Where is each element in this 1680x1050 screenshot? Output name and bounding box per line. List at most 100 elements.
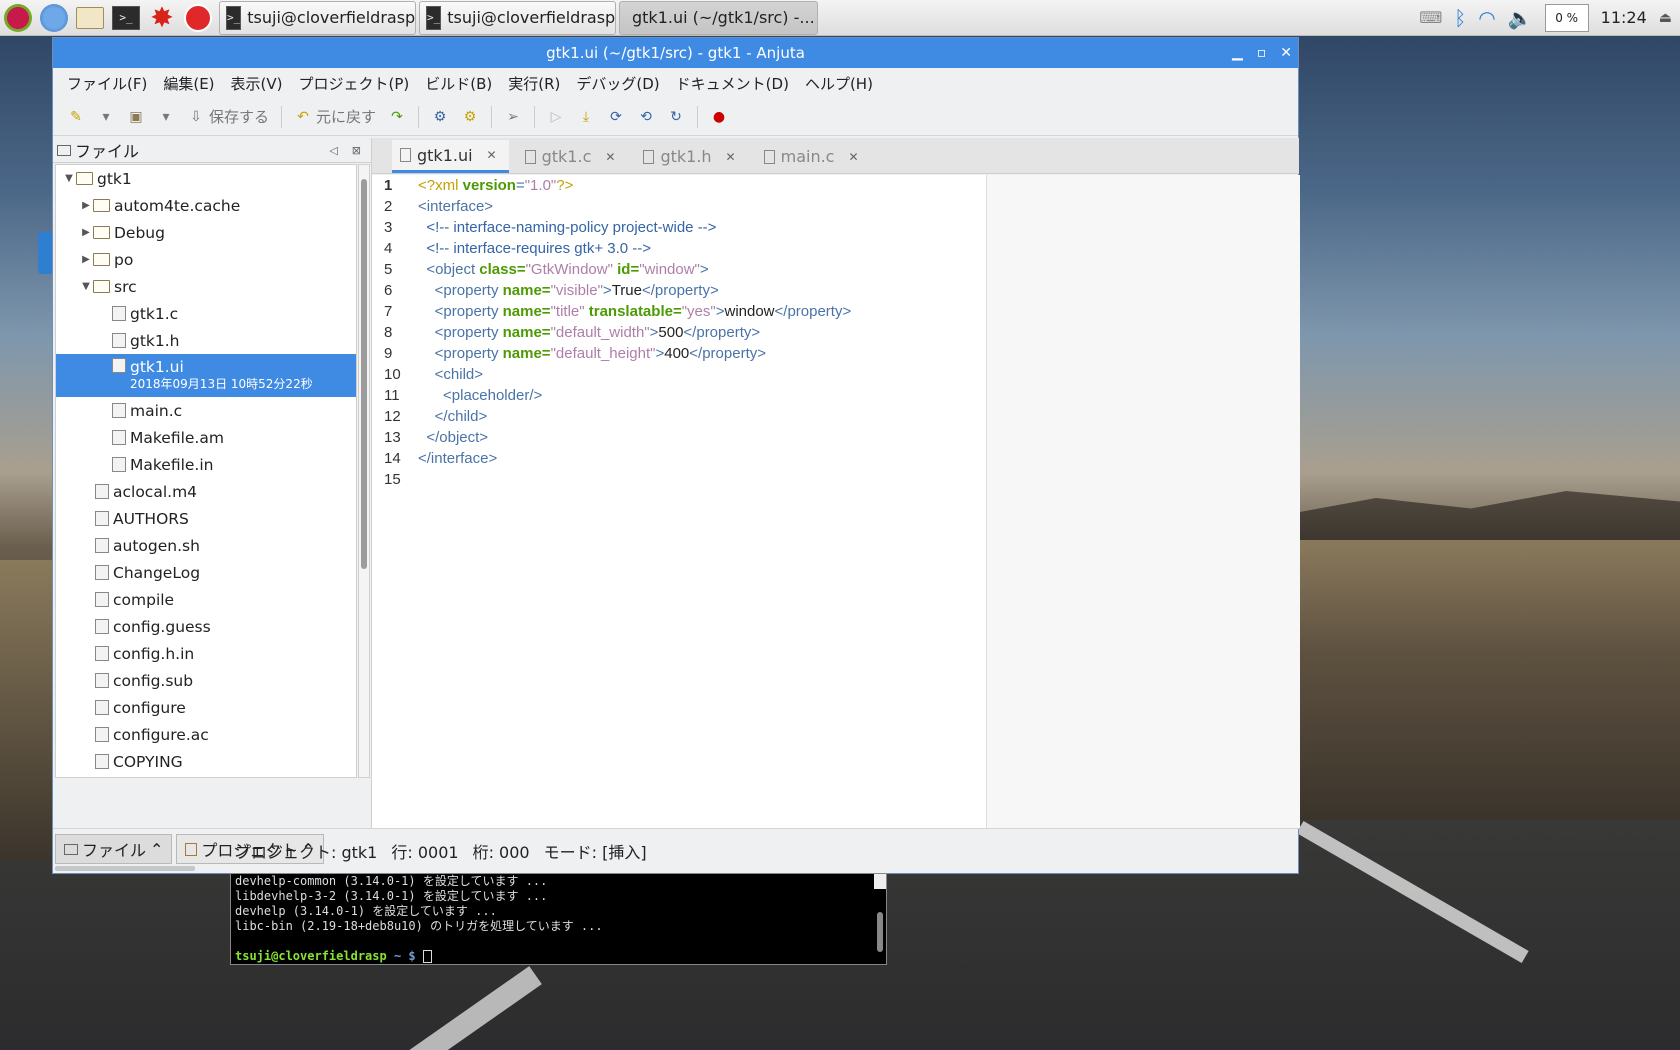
- step-into-icon[interactable]: ⤓: [577, 108, 595, 126]
- expander-open-icon[interactable]: ▼: [79, 281, 93, 292]
- scrollbar-thumb[interactable]: [361, 179, 367, 569]
- tree-file-row[interactable]: config.sub: [56, 667, 356, 694]
- terminal-prompt[interactable]: tsuji@cloverfieldrasp ~ $: [235, 949, 882, 964]
- tab-close-icon[interactable]: ✕: [487, 148, 497, 162]
- tree-file-row[interactable]: COPYING: [56, 748, 356, 775]
- window-titlebar[interactable]: gtk1.ui (~/gtk1/src) - gtk1 - Anjuta ▁ ▫…: [53, 38, 1298, 68]
- tree-folder-row[interactable]: ▶ po: [56, 246, 356, 273]
- build-icon[interactable]: ⚙: [431, 108, 449, 126]
- tree-file-row[interactable]: configure: [56, 694, 356, 721]
- volume-icon[interactable]: 🔈: [1508, 6, 1533, 30]
- open-dropdown-icon[interactable]: ▾: [157, 108, 175, 126]
- open-folder-icon[interactable]: ▣: [127, 108, 145, 126]
- tab-close-icon[interactable]: ✕: [848, 150, 858, 164]
- pane-close-icon[interactable]: ⊠: [352, 144, 361, 157]
- file-manager-launcher[interactable]: [72, 0, 108, 36]
- code-line[interactable]: <property name="default_width">500</prop…: [418, 322, 978, 343]
- tree-folder-row[interactable]: ▼ src: [56, 273, 356, 300]
- menu-run[interactable]: 実行(R): [500, 73, 568, 94]
- tree-file-row[interactable]: config.h.in: [56, 640, 356, 667]
- new-dropdown-icon[interactable]: ▾: [97, 108, 115, 126]
- code-line[interactable]: <property name="title" translatable="yes…: [418, 301, 978, 322]
- tree-file-row[interactable]: compile: [56, 586, 356, 613]
- wolfram-launcher[interactable]: ✸: [144, 0, 180, 36]
- continue-icon[interactable]: ↻: [667, 108, 685, 126]
- code-line[interactable]: <child>: [418, 364, 978, 385]
- send-icon[interactable]: ➢: [504, 108, 522, 126]
- taskbar-item-anjuta[interactable]: gtk1.ui (~/gtk1/src) -...: [619, 0, 818, 35]
- wifi-icon[interactable]: ◠: [1478, 6, 1495, 30]
- horizontal-scrollbar[interactable]: [55, 866, 195, 871]
- code-line[interactable]: </object>: [418, 427, 978, 448]
- code-line[interactable]: </child>: [418, 406, 978, 427]
- menu-help[interactable]: ヘルプ(H): [797, 73, 881, 94]
- mathematica-launcher[interactable]: [180, 0, 216, 36]
- code-line[interactable]: <!-- interface-requires gtk+ 3.0 -->: [418, 238, 978, 259]
- tree-file-row[interactable]: Makefile.am: [56, 424, 356, 451]
- file-tree-scrollbar[interactable]: [358, 164, 370, 778]
- breakpoint-icon[interactable]: ●: [710, 108, 728, 126]
- clock[interactable]: 11:24: [1601, 8, 1647, 27]
- tree-file-row[interactable]: gtk1.h: [56, 327, 356, 354]
- menu-view[interactable]: 表示(V): [223, 73, 291, 94]
- trash-desktop-icon[interactable]: [38, 232, 52, 274]
- editor-tab[interactable]: gtk1.ui ✕: [392, 140, 509, 173]
- menu-document[interactable]: ドキュメント(D): [668, 73, 797, 94]
- code-lines[interactable]: <?xml version="1.0"?> <interface> <!-- in…: [418, 175, 978, 490]
- menu-build[interactable]: ビルド(B): [417, 73, 500, 94]
- maximize-icon[interactable]: ▫: [1257, 45, 1267, 61]
- tree-file-row[interactable]: AUTHORS: [56, 505, 356, 532]
- editor-tab[interactable]: gtk1.c ✕: [517, 140, 628, 173]
- tree-file-row[interactable]: Makefile.in: [56, 451, 356, 478]
- browser-launcher[interactable]: [36, 0, 72, 36]
- terminal-launcher[interactable]: >_: [108, 0, 144, 36]
- save-button[interactable]: ⇩ 保存する: [187, 106, 269, 127]
- step-out-icon[interactable]: ⟲: [637, 108, 655, 126]
- code-line[interactable]: <object class="GtkWindow" id="window">: [418, 259, 978, 280]
- editor-tab[interactable]: main.c ✕: [756, 140, 871, 173]
- code-line[interactable]: <property name="default_height">400</pro…: [418, 343, 978, 364]
- step-over-icon[interactable]: ⟳: [607, 108, 625, 126]
- code-line[interactable]: <!-- interface-naming-policy project-wid…: [418, 217, 978, 238]
- code-view[interactable]: 1 2 3 4 5 6 7 8 9 10 11 12 13 14 15 <?xml version="1.0…: [372, 175, 1300, 828]
- tree-file-row[interactable]: depcomp: [56, 775, 356, 777]
- close-icon[interactable]: ✕: [1280, 45, 1292, 61]
- tree-file-row[interactable]: ChangeLog: [56, 559, 356, 586]
- tree-folder-row[interactable]: ▶ autom4te.cache: [56, 192, 356, 219]
- run-icon[interactable]: ▷: [547, 108, 565, 126]
- undo-button[interactable]: ↶ 元に戻す: [294, 106, 376, 127]
- tree-file-row[interactable]: gtk1.c: [56, 300, 356, 327]
- code-line[interactable]: <?xml version="1.0"?>: [418, 175, 978, 196]
- expander-open-icon[interactable]: ▼: [62, 173, 76, 184]
- terminal-window[interactable]: devhelp-common (3.14.0-1) を設定しています ... l…: [230, 873, 887, 965]
- code-line[interactable]: </interface>: [418, 448, 978, 469]
- taskbar-item-terminal-2[interactable]: >_ tsuji@cloverfieldrasp...: [419, 0, 616, 35]
- new-file-icon[interactable]: ✎: [67, 108, 85, 126]
- scrollbar-thumb[interactable]: [877, 912, 883, 952]
- tree-file-row[interactable]: aclocal.m4: [56, 478, 356, 505]
- code-line[interactable]: <placeholder/>: [418, 385, 978, 406]
- expander-closed-icon[interactable]: ▶: [79, 200, 93, 211]
- tree-file-row[interactable]: main.c: [56, 397, 356, 424]
- tree-file-row[interactable]: configure.ac: [56, 721, 356, 748]
- tree-file-row[interactable]: config.guess: [56, 613, 356, 640]
- menu-file[interactable]: ファイル(F): [59, 73, 155, 94]
- cpu-monitor[interactable]: 0 %: [1544, 3, 1589, 32]
- file-tree[interactable]: ▼ gtk1 ▶ autom4te.cache ▶ Debug ▶ po ▼ src gtk1.c g…: [55, 164, 357, 778]
- raspberry-menu-button[interactable]: [0, 0, 36, 36]
- expander-closed-icon[interactable]: ▶: [79, 227, 93, 238]
- tree-file-row[interactable]: gtk1.ui 2018年09月13日 10時52分22秒: [56, 354, 356, 397]
- expander-closed-icon[interactable]: ▶: [79, 254, 93, 265]
- pane-dock-icon[interactable]: ◁: [329, 144, 337, 157]
- menu-debug[interactable]: デバッグ(D): [568, 73, 667, 94]
- code-line[interactable]: [418, 469, 978, 490]
- tab-close-icon[interactable]: ✕: [605, 150, 615, 164]
- menu-project[interactable]: プロジェクト(P): [291, 73, 418, 94]
- code-line[interactable]: <interface>: [418, 196, 978, 217]
- tree-folder-row[interactable]: ▼ gtk1: [56, 165, 356, 192]
- minimize-icon[interactable]: ▁: [1232, 45, 1243, 61]
- bluetooth-icon[interactable]: ᛒ: [1454, 6, 1466, 30]
- editor-tab[interactable]: gtk1.h ✕: [635, 140, 747, 173]
- terminal-scrollbar[interactable]: [874, 874, 886, 952]
- menu-edit[interactable]: 編集(E): [155, 73, 222, 94]
